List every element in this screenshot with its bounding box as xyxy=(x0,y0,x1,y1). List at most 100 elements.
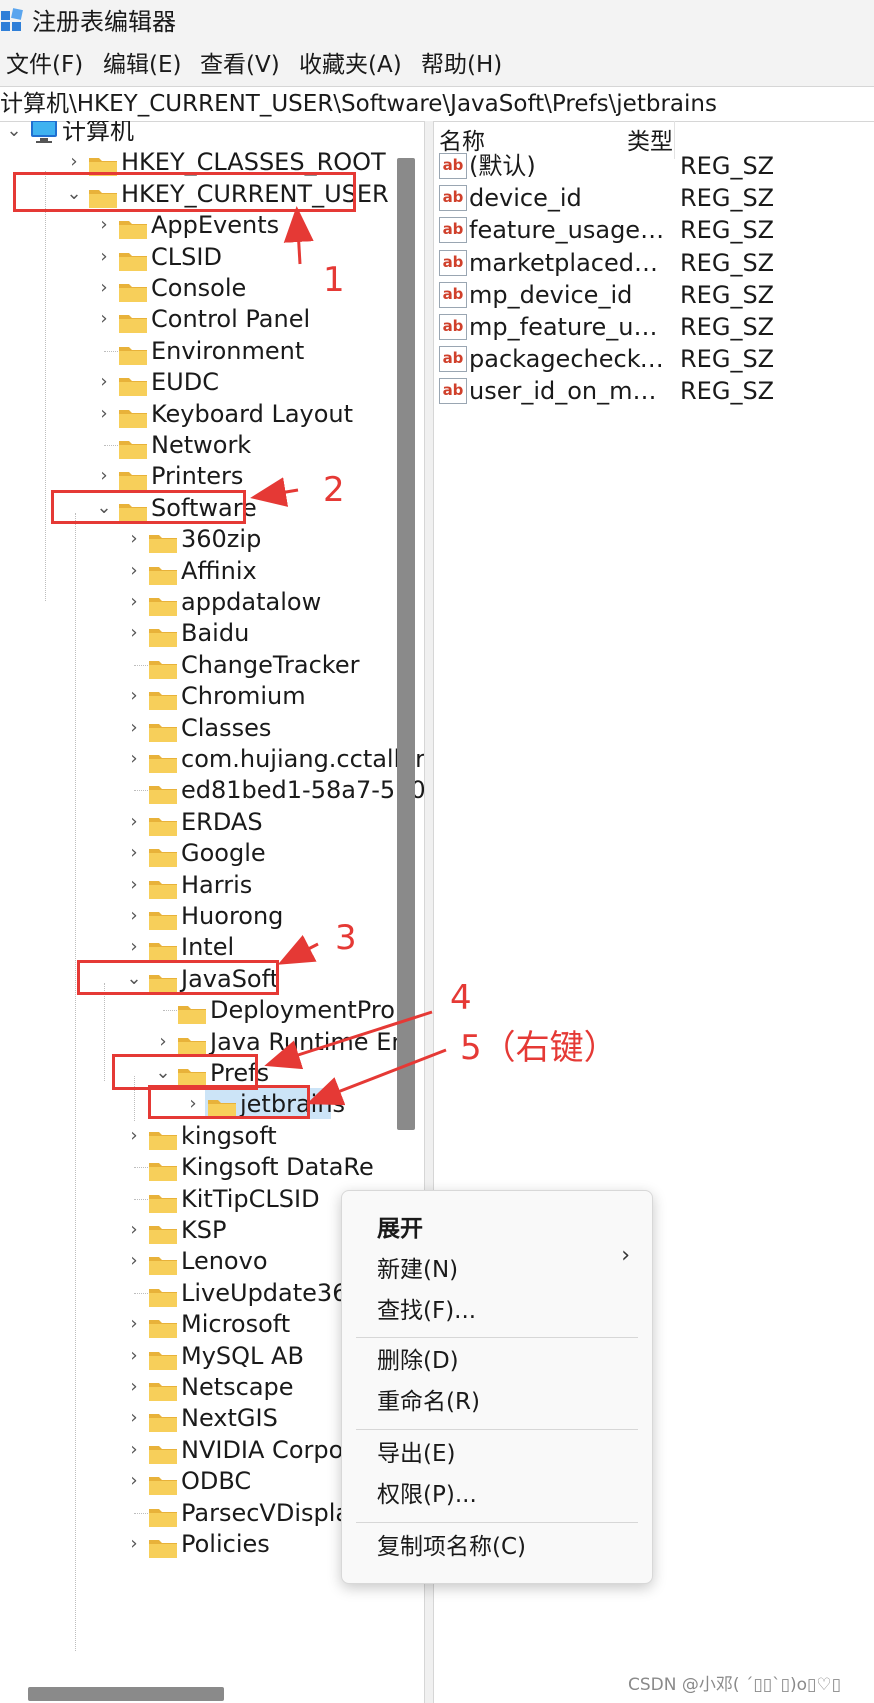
chevron-right-icon[interactable]: › xyxy=(94,459,114,493)
string-value-icon: ab xyxy=(439,281,467,308)
menu-favorites[interactable]: 收藏夹(A) xyxy=(299,48,402,82)
context-menu-rename[interactable]: 重命名(R) xyxy=(377,1385,480,1419)
value-name: device_id xyxy=(469,184,582,213)
chevron-right-icon[interactable]: › xyxy=(94,365,114,399)
context-menu-permissions[interactable]: 权限(P)... xyxy=(377,1478,477,1512)
chevron-right-icon[interactable]: › xyxy=(94,240,114,274)
folder-icon xyxy=(148,1251,178,1276)
context-menu-new[interactable]: 新建(N) xyxy=(377,1253,458,1287)
tree-item[interactable]: › Printers xyxy=(0,459,425,493)
tree-item[interactable]: › kingsoft xyxy=(0,1119,425,1153)
value-type: REG_SZ xyxy=(680,280,775,309)
tree-item[interactable]: › com.hujiang.cctalk.r xyxy=(0,742,425,776)
chevron-right-icon[interactable]: › xyxy=(124,1464,144,1498)
tree-item[interactable]: DeploymentProp xyxy=(0,993,425,1027)
folder-icon xyxy=(148,780,178,805)
value-row[interactable]: ab device_id REG_SZ xyxy=(433,181,874,216)
tree-horizontal-scrollbar[interactable] xyxy=(28,1687,224,1701)
value-row[interactable]: ab (默认) REG_SZ xyxy=(433,149,874,184)
tree-item[interactable]: › Huorong xyxy=(0,899,425,933)
tree-item[interactable]: ed81bed1-58a7-5b0 xyxy=(0,773,425,807)
chevron-down-icon[interactable]: ⌄ xyxy=(4,121,24,148)
chevron-right-icon[interactable]: › xyxy=(124,616,144,650)
tree-item[interactable]: Kingsoft DataRe xyxy=(0,1150,425,1184)
value-row[interactable]: ab packagechecke... REG_SZ xyxy=(433,342,874,377)
chevron-right-icon[interactable]: › xyxy=(124,711,144,745)
tree-item[interactable]: › EUDC xyxy=(0,365,425,399)
tree-item-label: Printers xyxy=(151,462,244,491)
chevron-right-icon[interactable]: › xyxy=(124,554,144,588)
chevron-right-icon[interactable]: › xyxy=(94,302,114,336)
chevron-right-icon[interactable]: › xyxy=(124,1401,144,1435)
string-value-icon: ab xyxy=(439,346,467,373)
tree-item[interactable]: › CLSID xyxy=(0,240,425,274)
tree-item-label: NextGIS xyxy=(181,1404,278,1433)
context-menu-copy-key-name[interactable]: 复制项名称(C) xyxy=(377,1530,526,1564)
context-menu-find[interactable]: 查找(F)... xyxy=(377,1294,476,1328)
chevron-right-icon[interactable]: › xyxy=(124,1433,144,1467)
address-bar[interactable]: 计算机\HKEY_CURRENT_USER\Software\JavaSoft\… xyxy=(0,86,874,122)
chevron-right-icon[interactable]: › xyxy=(124,899,144,933)
tree-item[interactable]: › Google xyxy=(0,836,425,870)
annotation-1: 1 xyxy=(323,260,345,300)
menu-view[interactable]: 查看(V) xyxy=(200,48,280,82)
context-menu-delete[interactable]: 删除(D) xyxy=(377,1344,459,1378)
title-bar: 注册表编辑器 xyxy=(0,0,874,44)
value-row[interactable]: ab user_id_on_mac... REG_SZ xyxy=(433,374,874,409)
tree-item-label: 计算机 xyxy=(62,121,134,145)
chevron-right-icon[interactable]: › xyxy=(94,208,114,242)
tree-item[interactable]: ChangeTracker xyxy=(0,648,425,682)
tree-item[interactable]: › AppEvents xyxy=(0,208,425,242)
chevron-right-icon[interactable]: › xyxy=(124,679,144,713)
tree-item[interactable]: › Keyboard Layout xyxy=(0,397,425,431)
folder-icon xyxy=(148,1440,178,1464)
tree-item[interactable]: › ERDAS xyxy=(0,805,425,839)
chevron-right-icon[interactable]: › xyxy=(94,397,114,431)
tree-item[interactable]: › Classes xyxy=(0,711,425,745)
chevron-right-icon[interactable]: › xyxy=(124,1527,144,1561)
value-row[interactable]: ab marketplacedo... REG_SZ xyxy=(433,246,874,281)
chevron-right-icon[interactable]: › xyxy=(124,585,144,619)
chevron-right-icon[interactable]: › xyxy=(124,1244,144,1278)
folder-icon xyxy=(148,1503,178,1527)
menu-file[interactable]: 文件(F) xyxy=(6,48,83,82)
chevron-right-icon[interactable]: › xyxy=(124,1339,144,1373)
chevron-right-icon[interactable]: › xyxy=(124,805,144,839)
tree-item[interactable]: › Baidu xyxy=(0,616,425,650)
menu-edit[interactable]: 编辑(E) xyxy=(103,48,181,82)
string-value-icon: ab xyxy=(439,249,467,276)
chevron-right-icon[interactable]: › xyxy=(94,271,114,305)
chevron-right-icon[interactable]: › xyxy=(124,742,144,776)
chevron-right-icon[interactable]: › xyxy=(124,1307,144,1341)
address-path[interactable]: 计算机\HKEY_CURRENT_USER\Software\JavaSoft\… xyxy=(0,87,717,121)
value-row[interactable]: ab mp_feature_usa... REG_SZ xyxy=(433,310,874,345)
value-row[interactable]: ab mp_device_id REG_SZ xyxy=(433,278,874,313)
tree-item[interactable]: › 360zip xyxy=(0,522,425,556)
context-menu-export[interactable]: 导出(E) xyxy=(377,1437,455,1471)
value-type: REG_SZ xyxy=(680,248,775,277)
tree-item[interactable]: › Harris xyxy=(0,868,425,902)
chevron-right-icon[interactable]: › xyxy=(124,868,144,902)
tree-guide-connector xyxy=(134,664,148,666)
chevron-right-icon[interactable]: › xyxy=(124,1213,144,1247)
tree-item[interactable]: › appdatalow xyxy=(0,585,425,619)
tree-item[interactable]: Environment xyxy=(0,334,425,368)
tree-item-label: appdatalow xyxy=(181,588,322,616)
menu-help[interactable]: 帮助(H) xyxy=(421,48,502,82)
tree-item[interactable]: › Control Panel xyxy=(0,302,425,336)
tree-vertical-scrollbar[interactable] xyxy=(397,158,415,1130)
tree-item[interactable]: Network xyxy=(0,428,425,462)
context-menu-expand[interactable]: 展开 xyxy=(377,1212,423,1246)
chevron-right-icon[interactable]: › xyxy=(124,836,144,870)
value-row[interactable]: ab feature_usage_... REG_SZ xyxy=(433,213,874,248)
value-name: (默认) xyxy=(469,152,536,180)
folder-icon xyxy=(177,1032,207,1056)
folder-icon xyxy=(148,1157,178,1182)
chevron-right-icon[interactable]: › xyxy=(124,1370,144,1404)
folder-icon xyxy=(148,1314,178,1339)
chevron-right-icon[interactable]: › xyxy=(124,1119,144,1153)
tree-item[interactable]: › Console xyxy=(0,271,425,305)
tree-item[interactable]: › Affinix xyxy=(0,554,425,588)
chevron-right-icon[interactable]: › xyxy=(124,522,144,556)
tree-item[interactable]: › Chromium xyxy=(0,679,425,713)
